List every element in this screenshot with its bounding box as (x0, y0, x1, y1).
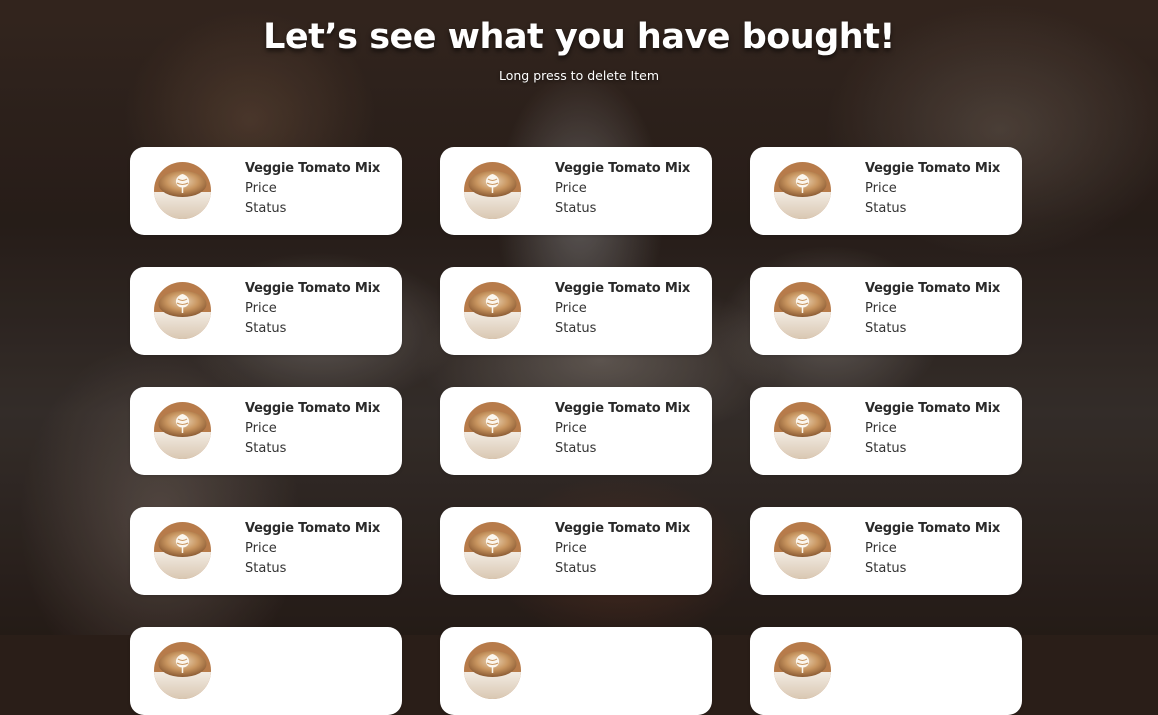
item-info: Veggie Tomato Mix Price Status (555, 279, 690, 339)
item-status: Status (245, 561, 287, 576)
item-name: Veggie Tomato Mix (865, 161, 1001, 176)
purchased-item-card[interactable] (750, 627, 1022, 715)
purchased-item-card[interactable]: Veggie Tomato Mix Price Status (750, 267, 1022, 355)
item-info: Veggie Tomato Mix Price Status (245, 519, 380, 579)
purchased-item-card[interactable] (130, 627, 402, 715)
item-name: Veggie Tomato Mix (245, 161, 381, 176)
item-name: Veggie Tomato Mix (555, 281, 691, 296)
item-info: Veggie Tomato Mix Price Status (865, 519, 1000, 579)
item-name: Veggie Tomato Mix (245, 281, 381, 296)
latte-cup-image (464, 162, 521, 219)
latte-cup-image (464, 282, 521, 339)
page-title: Let’s see what you have bought! (263, 17, 895, 57)
purchased-item-card[interactable]: Veggie Tomato Mix Price Status (750, 147, 1022, 235)
latte-cup-image (774, 282, 831, 339)
item-name: Veggie Tomato Mix (865, 521, 1001, 536)
purchased-item-card[interactable]: Veggie Tomato Mix Price Status (750, 507, 1022, 595)
item-price: Price (865, 421, 897, 436)
purchased-item-card[interactable] (440, 627, 712, 715)
latte-cup-image (774, 522, 831, 579)
item-info: Veggie Tomato Mix Price Status (555, 519, 690, 579)
item-price: Price (245, 541, 277, 556)
item-name: Veggie Tomato Mix (555, 401, 691, 416)
latte-cup-image (464, 642, 521, 699)
purchased-items-grid: Veggie Tomato Mix Price Status Veggie To… (130, 147, 1030, 715)
item-price: Price (245, 421, 277, 436)
item-status: Status (865, 441, 907, 456)
item-price: Price (865, 301, 897, 316)
latte-cup-image (464, 402, 521, 459)
item-info: Veggie Tomato Mix Price Status (865, 399, 1000, 459)
item-info: Veggie Tomato Mix Price Status (865, 279, 1000, 339)
item-name: Veggie Tomato Mix (245, 521, 381, 536)
latte-cup-image (154, 402, 211, 459)
item-status: Status (555, 201, 597, 216)
purchased-item-card[interactable]: Veggie Tomato Mix Price Status (440, 507, 712, 595)
item-name: Veggie Tomato Mix (555, 161, 691, 176)
purchased-item-card[interactable]: Veggie Tomato Mix Price Status (130, 147, 402, 235)
latte-cup-image (774, 162, 831, 219)
item-info: Veggie Tomato Mix Price Status (245, 399, 380, 459)
item-status: Status (555, 321, 597, 336)
latte-cup-image (774, 402, 831, 459)
item-name: Veggie Tomato Mix (865, 401, 1001, 416)
latte-cup-image (774, 642, 831, 699)
item-status: Status (555, 561, 597, 576)
purchased-item-card[interactable]: Veggie Tomato Mix Price Status (130, 267, 402, 355)
item-status: Status (555, 441, 597, 456)
item-price: Price (555, 301, 587, 316)
latte-cup-image (154, 162, 211, 219)
item-status: Status (865, 321, 907, 336)
item-status: Status (865, 201, 907, 216)
latte-cup-image (464, 522, 521, 579)
page-subtitle: Long press to delete Item (498, 68, 660, 83)
item-price: Price (865, 181, 897, 196)
item-info: Veggie Tomato Mix Price Status (245, 279, 380, 339)
item-price: Price (555, 541, 587, 556)
item-price: Price (245, 181, 277, 196)
purchased-item-card[interactable]: Veggie Tomato Mix Price Status (440, 387, 712, 475)
purchased-item-card[interactable]: Veggie Tomato Mix Price Status (130, 507, 402, 595)
item-info: Veggie Tomato Mix Price Status (555, 399, 690, 459)
page-header: Let’s see what you have bought! Long pre… (0, 14, 1158, 84)
item-info: Veggie Tomato Mix Price Status (245, 159, 380, 219)
purchased-item-card[interactable]: Veggie Tomato Mix Price Status (130, 387, 402, 475)
item-status: Status (865, 561, 907, 576)
latte-cup-image (154, 522, 211, 579)
purchased-item-card[interactable]: Veggie Tomato Mix Price Status (440, 267, 712, 355)
item-price: Price (555, 421, 587, 436)
item-info: Veggie Tomato Mix Price Status (865, 159, 1000, 219)
item-price: Price (865, 541, 897, 556)
item-name: Veggie Tomato Mix (865, 281, 1001, 296)
item-price: Price (555, 181, 587, 196)
item-name: Veggie Tomato Mix (245, 401, 381, 416)
item-status: Status (245, 441, 287, 456)
latte-cup-image (154, 282, 211, 339)
item-info: Veggie Tomato Mix Price Status (555, 159, 690, 219)
item-name: Veggie Tomato Mix (555, 521, 691, 536)
item-status: Status (245, 321, 287, 336)
purchased-item-card[interactable]: Veggie Tomato Mix Price Status (440, 147, 712, 235)
purchased-item-card[interactable]: Veggie Tomato Mix Price Status (750, 387, 1022, 475)
latte-cup-image (154, 642, 211, 699)
item-price: Price (245, 301, 277, 316)
item-status: Status (245, 201, 287, 216)
